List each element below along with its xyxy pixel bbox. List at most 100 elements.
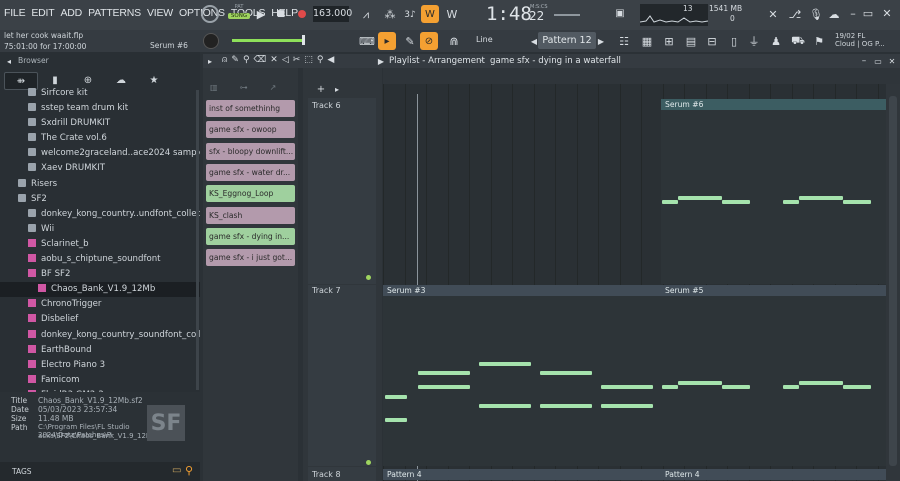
timeline-ruler[interactable] — [383, 68, 900, 84]
browser-item[interactable]: donkey_kong_country..undfont_collection — [0, 207, 200, 222]
clip-track8-pattern4-right[interactable]: Pattern 4 — [661, 469, 886, 481]
clip-track6-serum6[interactable]: Serum #6 — [661, 99, 886, 284]
pattern-item[interactable]: inst of somethinhg — [206, 100, 295, 117]
picker-automation-icon[interactable]: ↗ — [270, 83, 277, 93]
browser-item[interactable]: SF2 — [0, 192, 200, 207]
browser-item[interactable]: The Crate vol.6 — [0, 131, 200, 146]
browser-scrollbar[interactable] — [196, 90, 199, 390]
browser-icon[interactable]: ⊟ — [704, 33, 720, 49]
news-panel[interactable]: 19/02 FL Cloud | OG P... — [835, 32, 899, 50]
browser-item[interactable]: welcome2graceland..ace2024 sample pack — [0, 146, 200, 161]
browser-item[interactable]: Electro Piano 3 — [0, 358, 200, 373]
pattern-item[interactable]: game sfx - water dr... — [206, 163, 295, 181]
browser-item[interactable]: sstep team drum kit — [0, 101, 200, 116]
slip-tool-icon[interactable]: ◁ — [282, 55, 289, 67]
tags-search-icon[interactable]: ⚲ — [185, 464, 193, 477]
slice-tool-icon[interactable]: ✂ — [293, 55, 301, 67]
menu-patterns[interactable]: PATTERNS — [88, 7, 141, 19]
track6-active-dot[interactable] — [366, 275, 371, 280]
loop-record-icon[interactable]: W — [443, 6, 461, 23]
browser-item[interactable]: Wii — [0, 222, 200, 237]
playlist-close-icon[interactable]: ✕ — [887, 56, 897, 66]
track7-header[interactable] — [308, 285, 376, 466]
clip-track7-serum3[interactable]: Serum #3 — [383, 285, 661, 466]
pat-song-toggle[interactable]: PAT SONG — [228, 4, 250, 26]
pattern-item[interactable]: sfx - bloopy downlift... — [206, 142, 295, 160]
browser-item[interactable]: Sxdrill DRUMKIT — [0, 116, 200, 131]
browser-item[interactable]: Chaos_Bank_V1.9_12Mb — [0, 282, 200, 298]
typing-keyboard-icon[interactable]: W — [421, 5, 439, 23]
menu-file[interactable]: FILE — [4, 7, 26, 19]
mixer-icon[interactable]: ☷ — [616, 33, 632, 49]
pattern-item[interactable]: game sfx - dying in... — [206, 227, 295, 245]
cloud-icon[interactable]: ☁ — [827, 6, 841, 22]
help-icon[interactable]: ⚑ — [811, 33, 827, 49]
record-icon[interactable] — [298, 10, 306, 18]
clip-track8-pattern4-left[interactable]: Pattern 4 — [383, 469, 661, 481]
stop-icon[interactable]: ■ — [274, 7, 288, 21]
pencil-tool-icon[interactable]: ✎ — [231, 55, 239, 67]
browser-item[interactable]: Disbelief — [0, 312, 200, 327]
statistics-icon[interactable]: ♟ — [768, 33, 784, 49]
pattern-mode-icon[interactable]: ⩘ — [357, 6, 375, 23]
master-pitch-slider[interactable] — [554, 14, 580, 16]
pattern-item[interactable]: KS_clash — [206, 206, 295, 224]
tempo-display[interactable]: 163.000 — [313, 6, 352, 22]
blend-notes-icon[interactable]: 3♪ — [401, 6, 419, 23]
playlist-arrow-icon[interactable]: ▶ — [376, 55, 386, 67]
render-icon[interactable]: ⛟ — [790, 33, 806, 49]
master-volume-handle[interactable] — [302, 35, 305, 45]
browser-item[interactable]: Sirfcore kit — [0, 86, 200, 101]
close-window-icon[interactable]: ✕ — [880, 6, 894, 20]
plugin-picker-icon[interactable]: ⊞ — [661, 33, 677, 49]
playlist-toggle-icon[interactable]: ▸ — [378, 32, 396, 50]
pattern-item[interactable]: game sfx - i just got... — [206, 249, 295, 267]
playlist-scroll-thumb[interactable] — [889, 96, 897, 466]
playlist-minimize-icon[interactable]: – — [859, 56, 869, 66]
microphone-icon[interactable]: 🎙 — [809, 6, 823, 22]
playback-tool-icon[interactable]: ◀ — [327, 55, 334, 67]
delete-tool-icon[interactable]: ⌫ — [254, 55, 267, 67]
browser-item[interactable]: ChronoTrigger — [0, 297, 200, 312]
select-tool-icon[interactable]: ⬚ — [304, 55, 313, 67]
track7-active-dot[interactable] — [366, 460, 371, 465]
browser-item[interactable]: EarthBound — [0, 343, 200, 358]
minimize-window-icon[interactable]: – — [847, 7, 859, 20]
close-tool-icon[interactable]: ✕ — [765, 6, 781, 22]
browser-item[interactable]: Famicom — [0, 373, 200, 388]
magnet-icon[interactable]: ⊘ — [420, 32, 438, 50]
play-icon[interactable]: ▶ — [254, 7, 268, 21]
piano-roll-icon[interactable]: ▤ — [683, 33, 699, 49]
add-track-icon[interactable]: + — [316, 84, 326, 95]
mute-tool-icon[interactable]: ✕ — [270, 55, 278, 67]
master-volume-knob[interactable] — [203, 33, 219, 49]
zoom-tool-icon[interactable]: ⚲ — [317, 55, 324, 67]
snap-magnet-icon[interactable]: ⋒ — [446, 33, 462, 49]
track6-header[interactable] — [308, 98, 376, 284]
tags-folder-icon[interactable]: ▭ — [172, 465, 181, 476]
menu-view[interactable]: VIEW — [147, 7, 173, 19]
brush-icon[interactable]: ✎ — [401, 33, 419, 49]
browser-item[interactable]: Risers — [0, 177, 200, 192]
step-edit-icon[interactable]: ⁂ — [381, 6, 399, 23]
menu-add[interactable]: ADD — [61, 7, 83, 19]
master-volume-slider[interactable] — [232, 39, 302, 42]
plug-icon[interactable]: ⏚ — [746, 33, 762, 49]
picker-pattern-icon[interactable]: ▥ — [210, 83, 218, 93]
piano-icon[interactable]: ⌨ — [358, 33, 376, 49]
pattern-item[interactable]: KS_Eggnog_Loop — [206, 185, 295, 203]
browser-item[interactable]: Sclarinet_b — [0, 237, 200, 252]
file-icon[interactable]: ▯ — [726, 33, 742, 49]
prev-pattern-icon[interactable]: ◀ — [530, 34, 538, 48]
draw-tool-icon[interactable]: ⍝ — [222, 55, 227, 67]
channel-rack-icon[interactable]: ▦ — [639, 33, 655, 49]
browser-item[interactable]: Xaev DRUMKIT — [0, 161, 200, 176]
playlist-maximize-icon[interactable]: ▭ — [873, 56, 883, 66]
playlist-menu-icon[interactable]: ▸ — [205, 55, 215, 67]
browser-item[interactable]: BF SF2 — [0, 267, 200, 282]
pattern-item[interactable]: game sfx - owoop — [206, 121, 295, 139]
link-icon[interactable]: ⎇ — [787, 6, 803, 22]
restore-window-icon[interactable]: ▭ — [862, 7, 874, 20]
clip-track7-serum5[interactable]: Serum #5 — [661, 285, 886, 466]
snap-select[interactable]: Line — [476, 35, 526, 48]
